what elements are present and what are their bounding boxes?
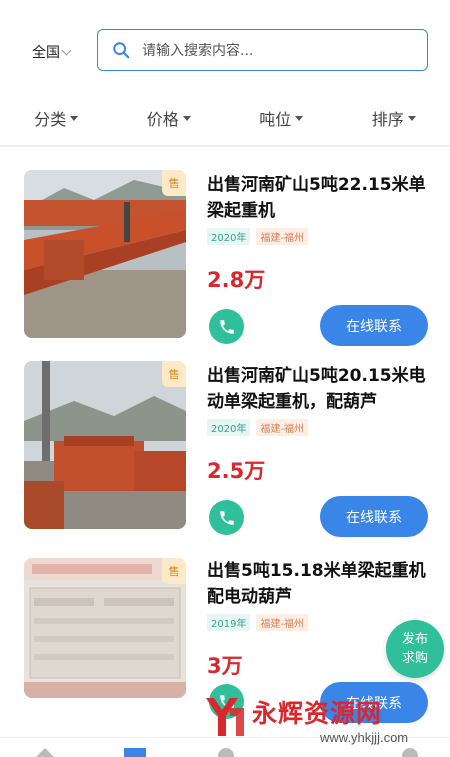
filter-label: 价格 xyxy=(146,110,179,129)
listing-tags: 2020年 福建-福州 xyxy=(207,228,314,245)
caret-down-icon xyxy=(182,115,191,121)
filter-label: 分类 xyxy=(34,110,67,129)
year-tag: 2020年 xyxy=(207,228,251,245)
watermark-text: 永辉资源网 xyxy=(252,699,383,728)
fab-line2: 求购 xyxy=(401,651,428,666)
listing-photo[interactable]: 售 xyxy=(24,361,186,529)
filter-tonnage[interactable]: 吨位 xyxy=(225,98,338,138)
phone-icon xyxy=(219,510,234,525)
location-tag: 福建-福州 xyxy=(256,419,309,436)
list-item[interactable]: 售 出售河南矿山5吨20.15米电动单梁起重机，配葫芦 2020年 福建-福州 … xyxy=(0,361,450,551)
contact-online-button[interactable]: 在线联系 xyxy=(320,305,428,346)
listing-price: 2.8万 xyxy=(207,268,266,292)
sale-badge: 售 xyxy=(162,170,186,196)
sale-badge: 售 xyxy=(162,361,186,387)
year-tag: 2020年 xyxy=(207,419,251,436)
filter-label: 排序 xyxy=(371,110,404,129)
watermark-url: www.yhkjjj.com xyxy=(320,730,409,745)
search-input[interactable]: 请输入搜索内容... xyxy=(97,29,428,71)
filter-label: 吨位 xyxy=(259,110,292,129)
filter-price[interactable]: 价格 xyxy=(113,98,226,138)
listing-price: 2.5万 xyxy=(207,459,266,483)
watermark-logo-icon xyxy=(206,698,244,736)
region-label: 全国 xyxy=(32,45,60,61)
chevron-down-icon xyxy=(61,45,72,55)
region-selector[interactable]: 全国 xyxy=(32,42,72,62)
listing-title[interactable]: 出售5吨15.18米单梁起重机配电动葫芦 xyxy=(207,558,427,610)
watermark: 永辉资源网 www.yhkjjj.com xyxy=(200,692,440,752)
caret-down-icon xyxy=(407,115,416,121)
search-icon xyxy=(113,42,130,59)
publish-request-button[interactable]: 发布 求购 xyxy=(386,620,444,678)
search-placeholder: 请输入搜索内容... xyxy=(142,43,254,59)
contact-online-button[interactable]: 在线联系 xyxy=(320,496,428,537)
sale-badge: 售 xyxy=(162,558,186,584)
list-item[interactable]: 售 出售河南矿山5吨22.15米单梁起重机 2020年 福建-福州 2.8万 在… xyxy=(0,170,450,360)
home-icon[interactable] xyxy=(33,746,57,757)
caret-down-icon xyxy=(295,115,304,121)
filter-sort[interactable]: 排序 xyxy=(338,98,450,138)
listing-photo[interactable]: 售 xyxy=(24,558,186,698)
fab-line1: 发布 xyxy=(401,632,428,647)
caret-down-icon xyxy=(70,115,79,121)
filter-category[interactable]: 分类 xyxy=(0,98,113,138)
listing-title[interactable]: 出售河南矿山5吨20.15米电动单梁起重机，配葫芦 xyxy=(207,363,427,415)
top-bar: 全国 请输入搜索内容... xyxy=(0,0,450,98)
listing-photo[interactable]: 售 xyxy=(24,170,186,338)
listing-tags: 2020年 福建-福州 xyxy=(207,419,314,436)
year-tag: 2019年 xyxy=(207,614,251,631)
phone-button[interactable] xyxy=(209,500,244,535)
divider xyxy=(0,145,450,147)
phone-button[interactable] xyxy=(209,309,244,344)
phone-icon xyxy=(219,319,234,334)
listing-title[interactable]: 出售河南矿山5吨22.15米单梁起重机 xyxy=(207,172,427,224)
filter-bar: 分类 价格 吨位 排序 xyxy=(0,98,450,138)
market-icon[interactable] xyxy=(124,746,146,757)
listing-price: 3万 xyxy=(207,654,243,678)
location-tag: 福建-福州 xyxy=(256,614,309,631)
listing-tags: 2019年 福建-福州 xyxy=(207,614,314,631)
location-tag: 福建-福州 xyxy=(256,228,309,245)
